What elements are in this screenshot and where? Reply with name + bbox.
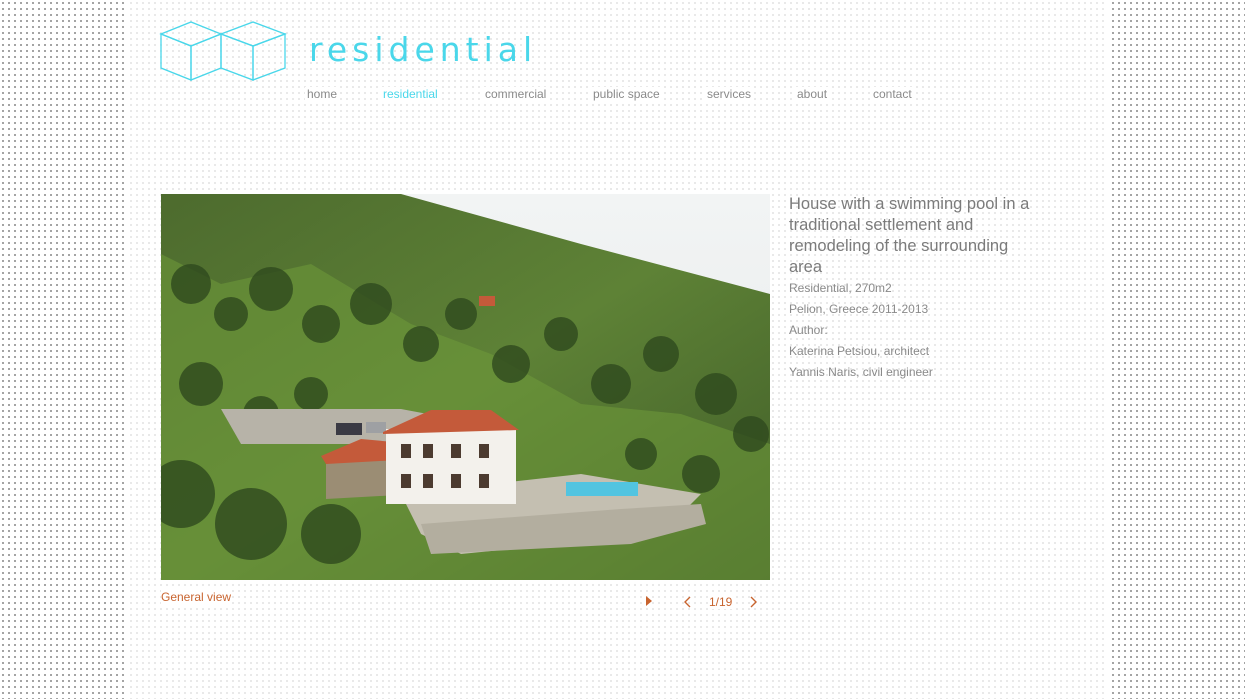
author-engineer: Yannis Naris, civil engineer bbox=[789, 365, 933, 379]
nav-home[interactable]: home bbox=[305, 87, 340, 101]
play-icon[interactable] bbox=[644, 595, 654, 607]
project-category: Residential, 270m2 bbox=[789, 281, 892, 295]
photo-caption: General view bbox=[161, 590, 232, 604]
nav-services[interactable]: services bbox=[705, 87, 754, 101]
cubes-logo-icon[interactable] bbox=[159, 20, 287, 82]
author-architect: Katerina Petsiou, architect bbox=[789, 344, 930, 358]
nav-residential[interactable]: residential bbox=[381, 87, 440, 101]
nav-public-space[interactable]: public space bbox=[591, 87, 662, 101]
image-counter: 1/19 bbox=[709, 595, 733, 609]
project-photo[interactable] bbox=[161, 194, 770, 580]
author-label: Author: bbox=[789, 323, 828, 337]
project-description: House with a swimming pool in a traditio… bbox=[789, 194, 1039, 383]
chevron-left-icon[interactable] bbox=[683, 596, 693, 608]
nav-contact[interactable]: contact bbox=[871, 87, 914, 101]
project-title: House with a swimming pool in a traditio… bbox=[789, 195, 1030, 276]
nav-about[interactable]: about bbox=[795, 87, 830, 101]
main-nav: home residential commercial public space… bbox=[0, 87, 1245, 105]
section-title: residential bbox=[309, 30, 538, 69]
nav-commercial[interactable]: commercial bbox=[483, 87, 549, 101]
project-location: Pelion, Greece 2011-2013 bbox=[789, 302, 929, 316]
chevron-right-icon[interactable] bbox=[748, 596, 758, 608]
